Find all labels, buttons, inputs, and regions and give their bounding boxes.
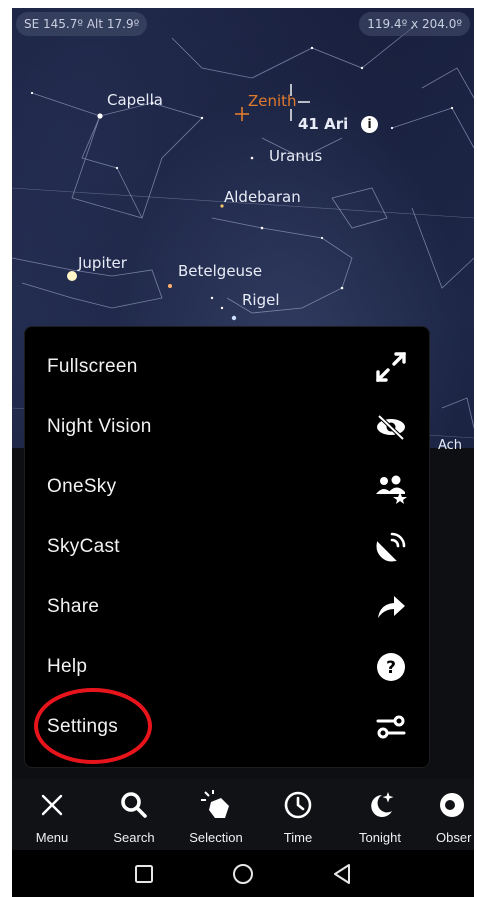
recent-apps-button[interactable] xyxy=(132,862,156,886)
close-icon xyxy=(35,788,69,822)
moon-icon xyxy=(363,788,397,822)
observe-icon xyxy=(435,788,469,822)
clock-icon xyxy=(281,788,315,822)
toolbar-label: Menu xyxy=(35,830,69,845)
menu-item-share[interactable]: Share xyxy=(25,577,429,637)
toolbar-time-button[interactable]: Time xyxy=(258,778,338,850)
info-icon[interactable]: i xyxy=(361,116,378,133)
star-label-aldebaran[interactable]: Aldebaran xyxy=(224,188,301,206)
menu-item-night-vision[interactable]: Night Vision xyxy=(25,397,429,457)
onesky-icon xyxy=(373,469,409,505)
menu-item-skycast[interactable]: SkyCast xyxy=(25,517,429,577)
menu-item-label: Fullscreen xyxy=(47,356,138,377)
selection-icon xyxy=(199,788,233,822)
bottom-toolbar: Menu Search Selection Time Tonight Obser xyxy=(12,778,474,850)
back-button[interactable] xyxy=(330,862,354,886)
toolbar-label: Time xyxy=(283,830,313,845)
circle-icon xyxy=(233,864,253,884)
triangle-back-icon xyxy=(334,864,350,884)
star-label-partial[interactable]: Ach xyxy=(438,438,462,453)
menu-item-label: OneSky xyxy=(47,476,117,497)
menu-item-fullscreen[interactable]: Fullscreen xyxy=(25,337,429,397)
toolbar-label: Obser xyxy=(436,830,472,845)
toolbar-label: Selection xyxy=(189,830,243,845)
toolbar-label: Tonight xyxy=(359,830,401,845)
star-label-rigel[interactable]: Rigel xyxy=(242,291,280,309)
square-icon xyxy=(135,865,153,883)
toolbar-menu-button[interactable]: Menu xyxy=(12,778,92,850)
svg-text:?: ? xyxy=(386,658,396,678)
system-navigation-bar xyxy=(12,850,474,897)
zenith-label: Zenith xyxy=(248,92,297,110)
toolbar-tonight-button[interactable]: Tonight xyxy=(340,778,420,850)
menu-item-label: SkyCast xyxy=(47,536,120,557)
planet-label-jupiter[interactable]: Jupiter xyxy=(78,254,127,272)
share-icon xyxy=(373,589,409,625)
home-button[interactable] xyxy=(231,862,255,886)
star-label-betelgeuse[interactable]: Betelgeuse xyxy=(178,262,262,280)
toolbar-label: Search xyxy=(113,830,155,845)
settings-highlight-annotation xyxy=(34,688,152,764)
search-icon xyxy=(117,788,151,822)
skycast-icon xyxy=(373,529,409,565)
menu-item-label: Share xyxy=(47,596,100,617)
night-vision-icon xyxy=(373,409,409,445)
toolbar-selection-button[interactable]: Selection xyxy=(176,778,256,850)
menu-item-onesky[interactable]: OneSky xyxy=(25,457,429,517)
toolbar-observe-button[interactable]: Obser xyxy=(422,778,474,850)
settings-sliders-icon xyxy=(373,709,409,745)
field-of-view-readout[interactable]: 119.4º x 204.0º xyxy=(359,12,470,36)
direction-altitude-readout[interactable]: SE 145.7º Alt 17.9º xyxy=(16,12,148,36)
star-label-capella[interactable]: Capella xyxy=(107,91,163,109)
help-icon: ? xyxy=(373,649,409,685)
selected-object-label[interactable]: 41 Ari xyxy=(298,115,348,133)
fullscreen-icon xyxy=(373,349,409,385)
app-screen: SE 145.7º Alt 17.9º 119.4º x 204.0º Cape… xyxy=(12,8,474,897)
planet-label-uranus[interactable]: Uranus xyxy=(269,147,322,165)
toolbar-search-button[interactable]: Search xyxy=(94,778,174,850)
menu-item-label: Night Vision xyxy=(47,416,152,437)
menu-item-label: Help xyxy=(47,656,88,677)
